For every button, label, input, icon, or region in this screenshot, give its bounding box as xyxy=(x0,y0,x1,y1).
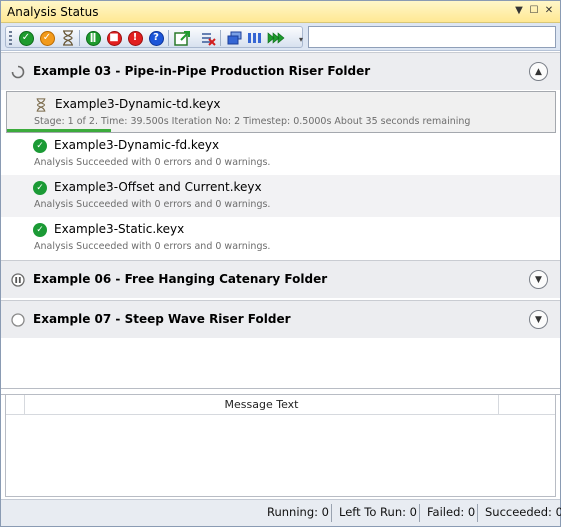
progress-bar xyxy=(7,129,111,132)
stack-icon[interactable] xyxy=(225,29,243,47)
item-name: Example3-Offset and Current.keyx xyxy=(54,180,262,194)
status-separator xyxy=(477,504,478,522)
open-external-icon[interactable] xyxy=(173,29,191,47)
paused-icon xyxy=(11,273,25,287)
succeeded-count: Succeeded: 0 xyxy=(485,505,561,519)
list-item[interactable]: Example3-Dynamic-td.keyx Stage: 1 of 2. … xyxy=(6,91,556,133)
hourglass-icon[interactable] xyxy=(59,29,77,47)
list-item[interactable]: ✓ Example3-Dynamic-fd.keyx Analysis Succ… xyxy=(1,133,560,175)
item-name: Example3-Static.keyx xyxy=(54,222,185,236)
check-icon[interactable]: ✓ xyxy=(17,29,35,47)
list-item[interactable]: ✓ Example3-Offset and Current.keyx Analy… xyxy=(1,175,560,217)
stop-icon[interactable]: ■ xyxy=(105,29,123,47)
folder-header[interactable]: Example 03 - Pipe-in-Pipe Production Ris… xyxy=(1,52,560,90)
pause-icon[interactable]: ǁ xyxy=(84,29,102,47)
status-separator xyxy=(419,504,420,522)
search-input[interactable] xyxy=(308,26,556,48)
toolbar-strip: ✓ ✓ ǁ ■ ! ? ▾ xyxy=(5,26,303,48)
maximize-button[interactable]: ☐ xyxy=(527,4,541,18)
help-icon[interactable]: ? xyxy=(147,29,165,47)
folder-name: Example 03 - Pipe-in-Pipe Production Ris… xyxy=(33,64,371,78)
chevron-down-icon[interactable]: ▼ xyxy=(529,310,548,329)
grip-icon[interactable] xyxy=(9,31,12,45)
toolbar-overflow-icon[interactable]: ▾ xyxy=(299,35,303,44)
toolbar-separator xyxy=(220,30,221,46)
item-status: Analysis Succeeded with 0 errors and 0 w… xyxy=(34,157,271,168)
busy-spinner-icon xyxy=(11,65,25,79)
panel-splitter[interactable] xyxy=(1,388,560,395)
window-title: Analysis Status xyxy=(7,5,99,19)
left-to-run-count: Left To Run: 0 xyxy=(339,505,417,519)
analysis-status-window: Analysis Status ▼ ☐ ✕ ✓ ✓ ǁ ■ ! ? ▾ Exam… xyxy=(0,0,561,527)
item-name: Example3-Dynamic-td.keyx xyxy=(55,97,221,111)
item-status: Analysis Succeeded with 0 errors and 0 w… xyxy=(34,199,271,210)
status-bar: Running: 0 Left To Run: 0 Failed: 0 Succ… xyxy=(1,499,561,526)
job-list[interactable]: Example 03 - Pipe-in-Pipe Production Ris… xyxy=(1,52,560,388)
item-status: Analysis Succeeded with 0 errors and 0 w… xyxy=(34,241,271,252)
window-menu-button[interactable]: ▼ xyxy=(512,4,526,18)
hourglass-icon xyxy=(36,98,46,112)
title-bar: Analysis Status ▼ ☐ ✕ xyxy=(1,1,560,23)
success-icon: ✓ xyxy=(33,223,47,237)
chevron-up-icon[interactable]: ▲ xyxy=(529,62,548,81)
folder-name: Example 07 - Steep Wave Riser Folder xyxy=(33,312,291,326)
list-item[interactable]: ✓ Example3-Static.keyx Analysis Succeede… xyxy=(1,217,560,259)
running-count: Running: 0 xyxy=(267,505,329,519)
item-name: Example3-Dynamic-fd.keyx xyxy=(54,138,220,152)
error-icon[interactable]: ! xyxy=(126,29,144,47)
toolbar-separator xyxy=(168,30,169,46)
failed-count: Failed: 0 xyxy=(427,505,476,519)
remove-icon[interactable] xyxy=(199,29,217,47)
pending-icon xyxy=(11,313,25,327)
folder-header[interactable]: Example 06 - Free Hanging Catenary Folde… xyxy=(1,260,560,298)
status-separator xyxy=(331,504,332,522)
toolbar-separator xyxy=(79,30,80,46)
columns-icon[interactable] xyxy=(246,29,264,47)
check-orange-icon[interactable]: ✓ xyxy=(38,29,56,47)
success-icon: ✓ xyxy=(33,181,47,195)
chevron-down-icon[interactable]: ▼ xyxy=(529,270,548,289)
success-icon: ✓ xyxy=(33,139,47,153)
toolbar: ✓ ✓ ǁ ■ ! ? ▾ xyxy=(1,23,560,51)
item-status: Stage: 1 of 2. Time: 39.500s Iteration N… xyxy=(34,116,471,127)
message-icon-column[interactable] xyxy=(6,395,25,415)
folder-name: Example 06 - Free Hanging Catenary Folde… xyxy=(33,272,328,286)
folder-header[interactable]: Example 07 - Steep Wave Riser Folder ▼ xyxy=(1,300,560,338)
close-button[interactable]: ✕ xyxy=(542,4,556,18)
messages-header: Message Text xyxy=(6,395,555,415)
messages-panel: Message Text xyxy=(5,395,556,497)
fast-forward-icon[interactable] xyxy=(267,29,285,47)
message-text-column[interactable]: Message Text xyxy=(25,395,499,415)
